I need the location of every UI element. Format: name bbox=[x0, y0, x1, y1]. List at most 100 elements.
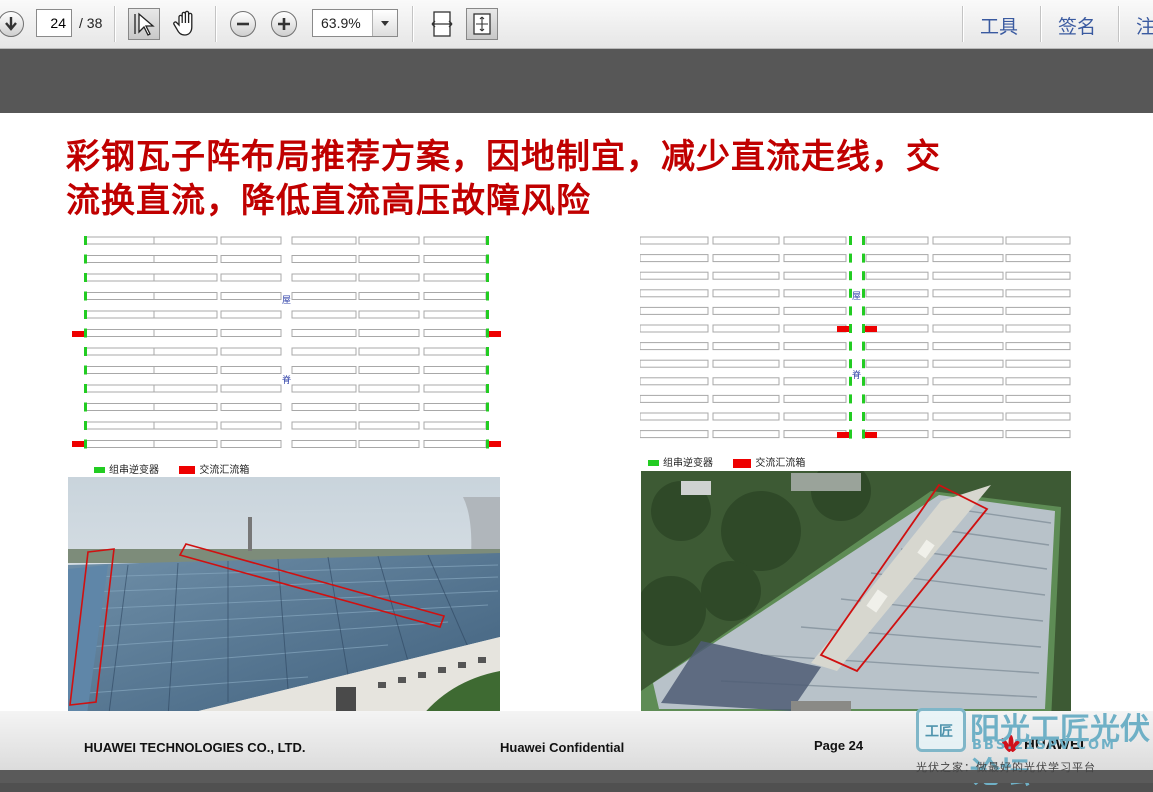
tools-menu[interactable]: 工具 bbox=[980, 12, 1018, 39]
panel-row bbox=[1005, 359, 1071, 368]
panel-row bbox=[423, 366, 487, 374]
rooftop-photo-illustration bbox=[68, 477, 500, 721]
document-background bbox=[0, 49, 1153, 113]
inverter-marker bbox=[862, 376, 865, 386]
panel-row bbox=[153, 440, 218, 448]
panel-row bbox=[220, 292, 282, 300]
panel-row bbox=[291, 421, 357, 430]
panel-row bbox=[153, 366, 218, 374]
inverter-marker bbox=[486, 291, 489, 301]
next-page-button[interactable] bbox=[0, 11, 24, 37]
inverter-marker bbox=[849, 359, 852, 369]
inverter-marker bbox=[486, 421, 489, 430]
select-tool-button[interactable] bbox=[128, 8, 160, 40]
legend-swatch-combiner bbox=[733, 458, 752, 468]
panel-row bbox=[1005, 394, 1071, 403]
panel-row bbox=[358, 421, 420, 430]
footer-page-number: Page 24 bbox=[814, 738, 864, 753]
panel-row bbox=[220, 255, 282, 263]
zoom-in-button[interactable] bbox=[271, 11, 297, 37]
combiner-marker bbox=[72, 441, 84, 447]
panel-row bbox=[423, 403, 487, 411]
toolbar-separator bbox=[1040, 6, 1042, 42]
legend-inverter-label: 组串逆变器 bbox=[109, 465, 159, 476]
panel-row bbox=[220, 347, 282, 356]
panel-row bbox=[291, 403, 357, 411]
panel-row bbox=[640, 377, 709, 386]
panel-row bbox=[712, 289, 780, 298]
panel-row bbox=[712, 306, 780, 315]
footer-confidential: Huawei Confidential bbox=[500, 740, 625, 755]
panel-row bbox=[220, 329, 282, 337]
panel-row bbox=[865, 394, 929, 403]
zoom-select[interactable]: 63.9% bbox=[312, 9, 398, 37]
panel-row bbox=[783, 430, 847, 439]
panel-row bbox=[783, 236, 847, 245]
panel-row bbox=[712, 394, 780, 403]
panel-row bbox=[423, 292, 487, 300]
plus-icon bbox=[278, 18, 290, 30]
inverter-marker bbox=[84, 254, 87, 264]
inverter-marker bbox=[862, 412, 865, 421]
hand-tool-button[interactable] bbox=[170, 8, 202, 40]
inverter-marker bbox=[84, 310, 87, 319]
inverter-marker bbox=[84, 291, 87, 301]
inverter-marker bbox=[84, 328, 87, 338]
panel-row bbox=[291, 273, 357, 282]
panel-row bbox=[783, 394, 847, 403]
panel-row bbox=[291, 310, 357, 319]
panel-row bbox=[712, 324, 780, 333]
inverter-marker bbox=[486, 236, 489, 245]
sign-menu[interactable]: 签名 bbox=[1058, 12, 1096, 39]
inverter-marker bbox=[486, 310, 489, 319]
panel-row bbox=[783, 359, 847, 368]
inverter-marker bbox=[849, 412, 852, 421]
legend-combiner-label: 交流汇流箱 bbox=[755, 458, 806, 469]
zoom-out-button[interactable] bbox=[230, 11, 256, 37]
inverter-marker bbox=[862, 341, 865, 351]
inverter-marker bbox=[849, 394, 852, 404]
slide-title: 彩钢瓦子阵布局推荐方案，因地制宜，减少直流走线，交 流换直流，降低直流高压故障风… bbox=[66, 135, 1066, 223]
panel-row bbox=[865, 236, 929, 245]
panel-row bbox=[153, 421, 218, 430]
panel-row bbox=[932, 394, 1004, 403]
inverter-marker bbox=[486, 384, 489, 393]
panel-row bbox=[153, 236, 218, 245]
inverter-marker bbox=[486, 347, 489, 356]
panel-row bbox=[423, 440, 487, 448]
panel-row bbox=[423, 384, 487, 393]
panel-row bbox=[932, 324, 1004, 333]
inverter-marker bbox=[862, 324, 865, 333]
panel-row bbox=[220, 384, 282, 393]
panel-row bbox=[640, 254, 709, 263]
panel-row bbox=[153, 255, 218, 263]
zoom-dropdown-button[interactable] bbox=[372, 10, 397, 36]
panel-row bbox=[712, 236, 780, 245]
page-number-input[interactable]: 24 bbox=[36, 9, 72, 37]
panel-row bbox=[85, 421, 165, 430]
panel-row bbox=[865, 377, 929, 386]
inverter-marker bbox=[862, 429, 865, 439]
cursor-icon bbox=[134, 12, 155, 36]
inverter-marker bbox=[849, 236, 852, 245]
inverter-marker bbox=[862, 236, 865, 245]
inverter-marker bbox=[862, 288, 865, 298]
watermark-badge-text: 工匠 bbox=[925, 724, 953, 740]
panel-row bbox=[423, 236, 487, 245]
comment-menu[interactable]: 注 bbox=[1136, 12, 1153, 39]
panel-row bbox=[712, 412, 780, 421]
panel-row bbox=[220, 273, 282, 282]
inverter-marker bbox=[486, 439, 489, 449]
panel-row bbox=[153, 403, 218, 411]
fit-width-button[interactable] bbox=[428, 8, 456, 40]
inverter-marker bbox=[84, 347, 87, 356]
panel-row bbox=[932, 306, 1004, 315]
panel-row bbox=[783, 289, 847, 298]
toolbar-separator bbox=[215, 6, 217, 42]
panel-row bbox=[358, 366, 420, 374]
fit-window-button[interactable] bbox=[466, 8, 498, 40]
panel-row bbox=[932, 412, 1004, 421]
legend-swatch-combiner bbox=[179, 466, 196, 474]
pdf-page: 彩钢瓦子阵布局推荐方案，因地制宜，减少直流走线，交 流换直流，降低直流高压故障风… bbox=[0, 113, 1153, 770]
legend-swatch-inverter bbox=[94, 467, 105, 473]
